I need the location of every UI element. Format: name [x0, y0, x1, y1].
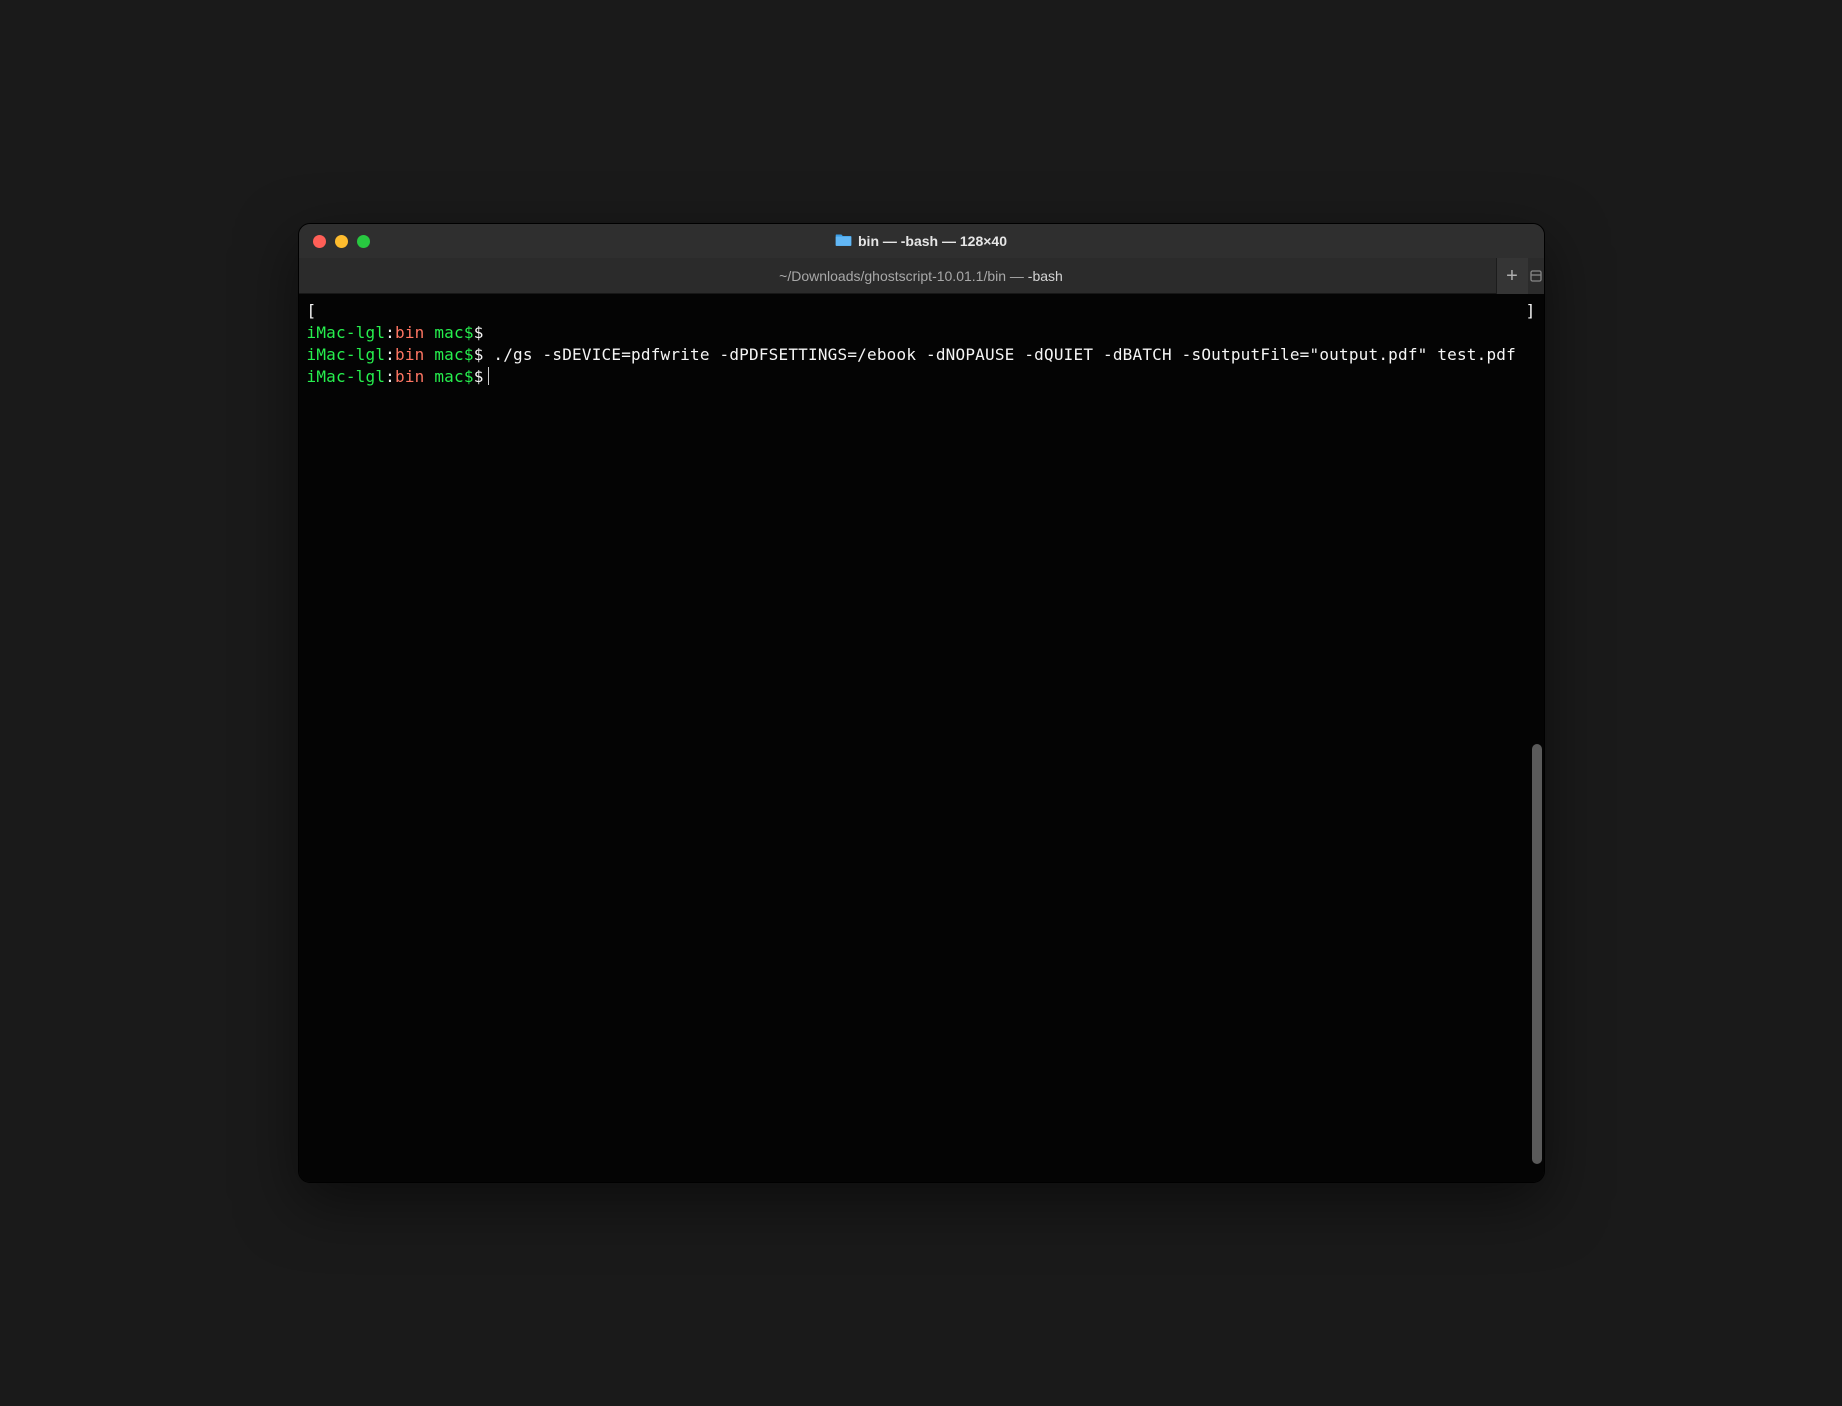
prompt-host: iMac-lgl: [307, 323, 386, 342]
terminal-brackets: [ ]: [307, 300, 1536, 322]
prompt-dollar: $: [474, 367, 484, 386]
traffic-lights: [313, 235, 370, 248]
scrollbar-thumb[interactable]: [1532, 744, 1542, 1164]
prompt-line: iMac-lgl:bin mac$$: [307, 366, 1536, 388]
prompt-line: iMac-lgl:bin mac$$: [307, 322, 1536, 344]
prompt-dir: bin: [395, 367, 425, 386]
close-icon[interactable]: [313, 235, 326, 248]
prompt-host: iMac-lgl: [307, 345, 386, 364]
terminal-pane[interactable]: [ ] iMac-lgl:bin mac$$ iMac-lgl:bin mac$…: [299, 294, 1544, 1182]
prompt-colon: :: [385, 323, 395, 342]
scrollbar[interactable]: [1530, 294, 1544, 1182]
cursor: [488, 367, 490, 385]
prompt-user: mac$: [425, 367, 474, 386]
terminal-window: bin — -bash — 128×40 ~/Downloads/ghostsc…: [298, 223, 1545, 1183]
prompt-dir: bin: [395, 323, 425, 342]
plus-icon: +: [1506, 266, 1518, 286]
prompt-dir: bin: [395, 345, 425, 364]
window-title-text: bin — -bash — 128×40: [858, 233, 1007, 249]
prompt-user: mac$: [425, 323, 474, 342]
folder-icon: [835, 232, 852, 250]
prompt-dollar: $: [474, 323, 484, 342]
add-tab-button[interactable]: +: [1496, 258, 1528, 294]
prompt-line: iMac-lgl:bin mac$$ ./gs -sDEVICE=pdfwrit…: [307, 344, 1536, 366]
window-titlebar[interactable]: bin — -bash — 128×40: [299, 224, 1544, 258]
panel-toggle-icon[interactable]: [1528, 258, 1544, 294]
window-title: bin — -bash — 128×40: [835, 232, 1007, 250]
prompt-dollar: $: [474, 345, 484, 364]
command-text: ./gs -sDEVICE=pdfwrite -dPDFSETTINGS=/eb…: [484, 345, 1516, 364]
prompt-host: iMac-lgl: [307, 367, 386, 386]
tab-active[interactable]: ~/Downloads/ghostscript-10.01.1/bin — -b…: [779, 268, 1063, 284]
prompt-user: mac$: [425, 345, 474, 364]
bracket-open: [: [307, 300, 317, 322]
minimize-icon[interactable]: [335, 235, 348, 248]
prompt-colon: :: [385, 345, 395, 364]
tab-bar: ~/Downloads/ghostscript-10.01.1/bin — -b…: [299, 258, 1544, 294]
tab-path: ~/Downloads/ghostscript-10.01.1/bin —: [779, 268, 1028, 284]
tab-right-controls: +: [1496, 258, 1544, 293]
tab-shell: -bash: [1028, 268, 1063, 284]
maximize-icon[interactable]: [357, 235, 370, 248]
prompt-colon: :: [385, 367, 395, 386]
